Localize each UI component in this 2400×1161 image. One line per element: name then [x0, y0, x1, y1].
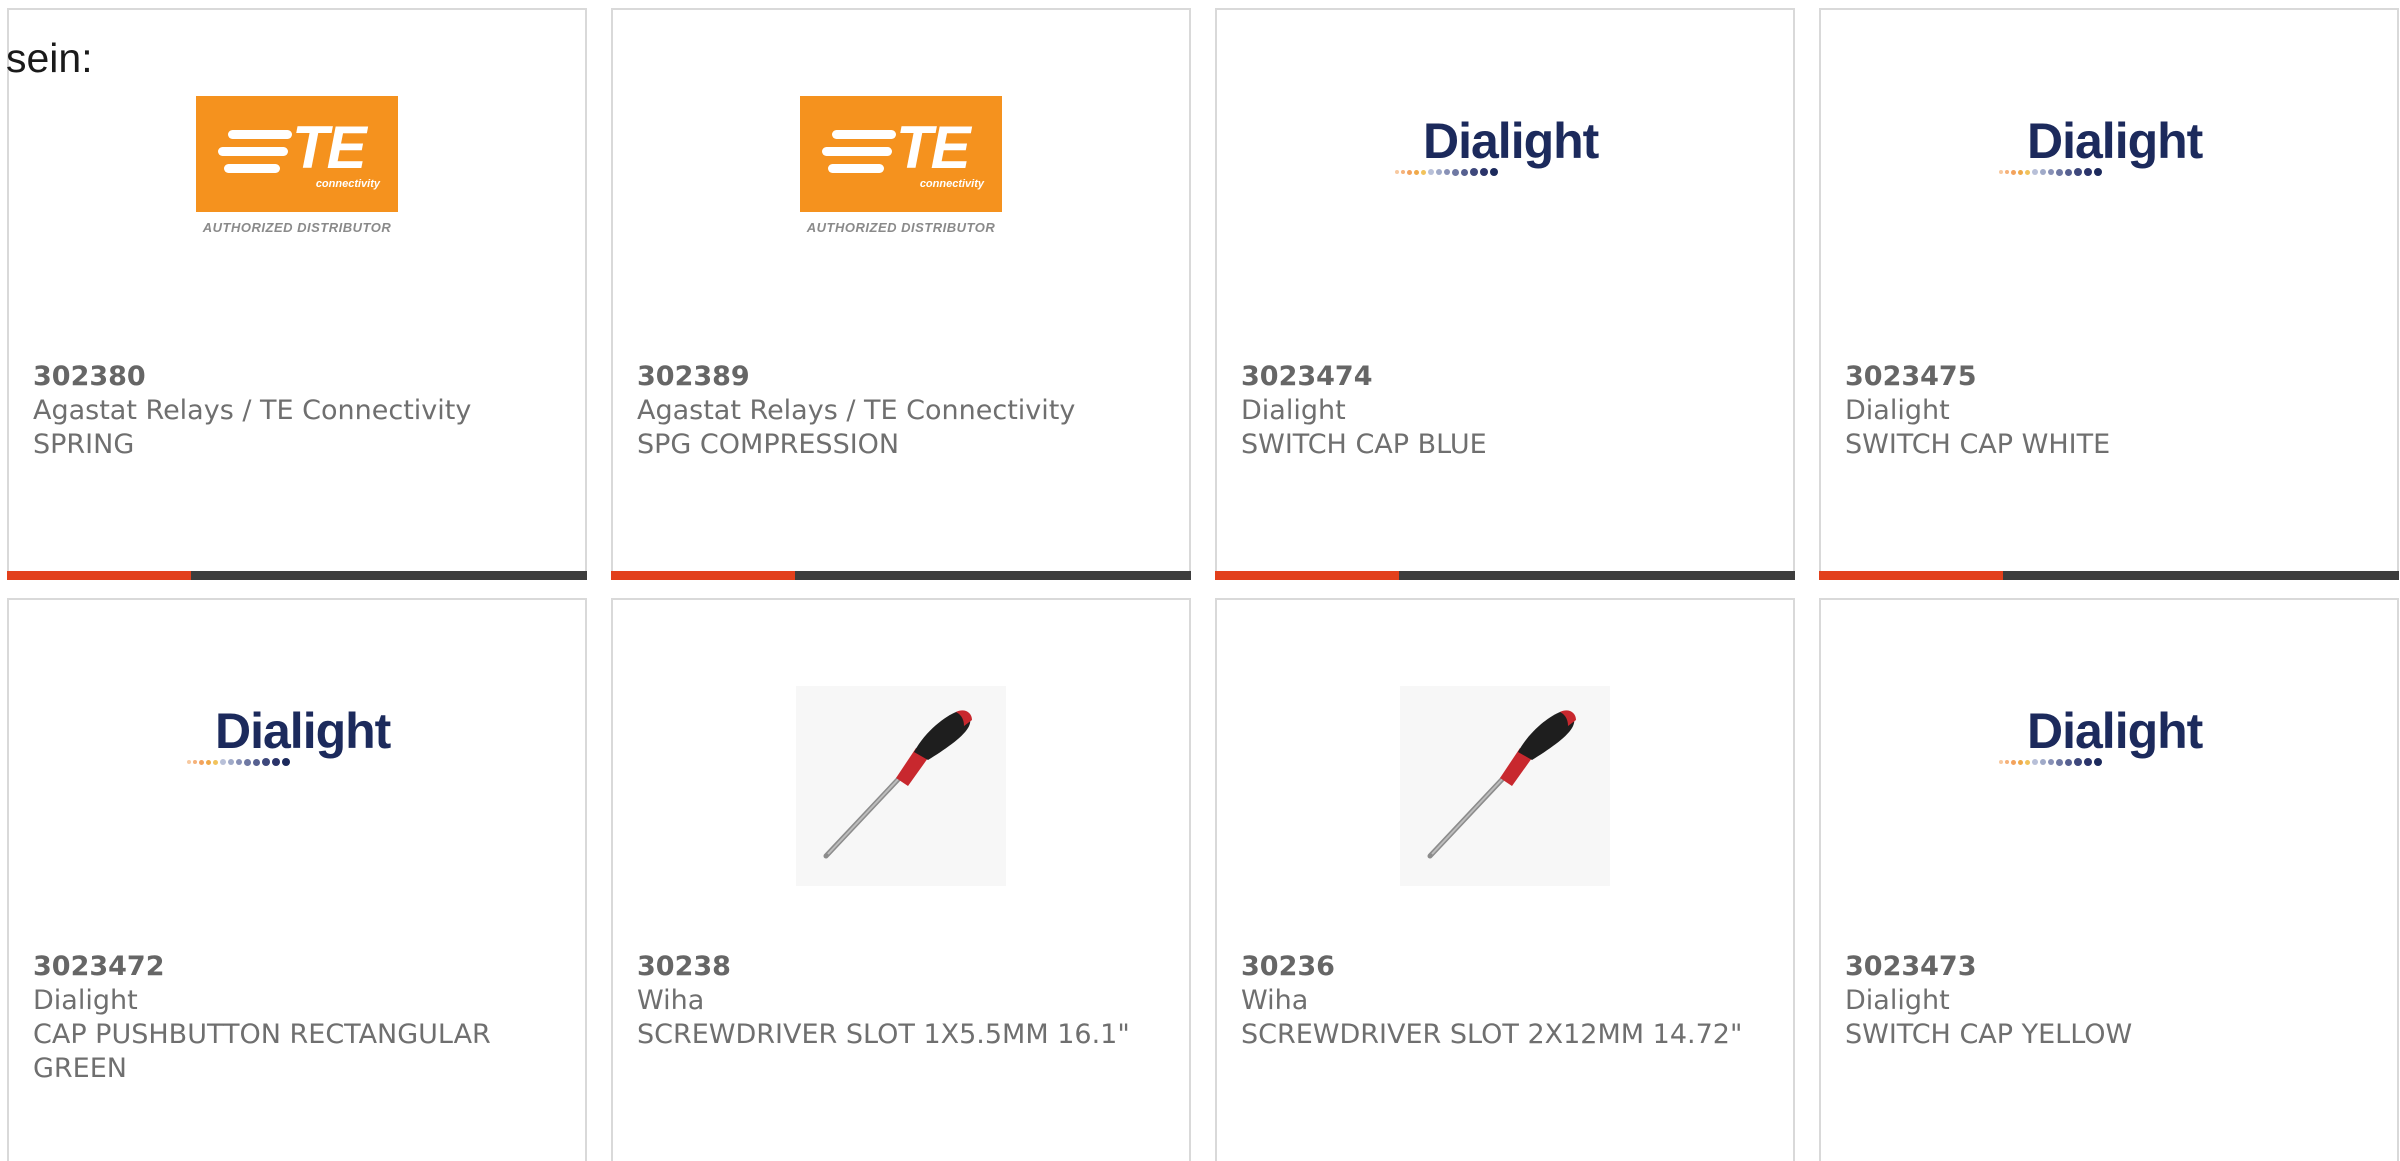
manufacturer: Agastat Relays / TE Connectivity	[637, 395, 1076, 426]
screwdriver-image	[796, 686, 1006, 886]
manufacturer: Wiha	[1241, 985, 1309, 1016]
product-info: 3023475 Dialight SWITCH CAP WHITE	[1845, 360, 2381, 462]
product-info: 3023474 Dialight SWITCH CAP BLUE	[1241, 360, 1777, 462]
product-image	[1217, 686, 1793, 886]
product-card[interactable]: Dialight 3023475 Dialight SWITCH CAP WHI…	[1819, 8, 2399, 580]
dialight-logo: Dialight	[1395, 116, 1615, 186]
product-info: 302389 Agastat Relays / TE Connectivity …	[637, 360, 1173, 462]
product-card[interactable]: Dialight 3023472 Dialight CAP PUSHBUTTON…	[7, 598, 587, 1161]
description: SWITCH CAP YELLOW	[1845, 1019, 2133, 1050]
description: SWITCH CAP WHITE	[1845, 429, 2111, 460]
description: SCREWDRIVER SLOT 1X5.5MM 16.1"	[637, 1019, 1130, 1050]
product-card[interactable]: Dialight 3023474 Dialight SWITCH CAP BLU…	[1215, 8, 1795, 580]
product-grid-page: sein: TE connectivity AUTHORIZED DISTRIB…	[0, 0, 2400, 1161]
product-info: 3023473 Dialight SWITCH CAP YELLOW	[1845, 950, 2381, 1052]
product-info: 30238 Wiha SCREWDRIVER SLOT 1X5.5MM 16.1…	[637, 950, 1173, 1052]
dialight-logo: Dialight	[187, 706, 407, 776]
product-image: Dialight	[9, 686, 585, 886]
product-image: TE connectivity AUTHORIZED DISTRIBUTOR	[9, 96, 585, 296]
product-image: Dialight	[1217, 96, 1793, 296]
product-info: 3023472 Dialight CAP PUSHBUTTON RECTANGU…	[33, 950, 569, 1086]
te-connectivity-logo: TE connectivity AUTHORIZED DISTRIBUTOR	[800, 96, 1002, 235]
product-card[interactable]: 30238 Wiha SCREWDRIVER SLOT 1X5.5MM 16.1…	[611, 598, 1191, 1161]
product-info: 302380 Agastat Relays / TE Connectivity …	[33, 360, 569, 462]
description: SWITCH CAP BLUE	[1241, 429, 1487, 460]
screwdriver-image	[1400, 686, 1610, 886]
part-number[interactable]: 3023475	[1845, 360, 2381, 394]
card-footer-bar	[1819, 571, 2399, 580]
description: SPG COMPRESSION	[637, 429, 900, 460]
card-accent-bar	[1215, 571, 1399, 580]
part-number[interactable]: 3023472	[33, 950, 569, 984]
description: CAP PUSHBUTTON RECTANGULAR GREEN	[33, 1019, 491, 1084]
description: SCREWDRIVER SLOT 2X12MM 14.72"	[1241, 1019, 1743, 1050]
product-card[interactable]: TE connectivity AUTHORIZED DISTRIBUTOR 3…	[611, 8, 1191, 580]
part-number[interactable]: 302380	[33, 360, 569, 394]
card-accent-bar	[1819, 571, 2003, 580]
description: SPRING	[33, 429, 135, 460]
product-info: 30236 Wiha SCREWDRIVER SLOT 2X12MM 14.72…	[1241, 950, 1777, 1052]
manufacturer: Wiha	[637, 985, 705, 1016]
dialight-logo: Dialight	[1999, 706, 2219, 776]
part-number[interactable]: 3023473	[1845, 950, 2381, 984]
product-image: Dialight	[1821, 96, 2397, 296]
manufacturer: Dialight	[1241, 395, 1346, 426]
part-number[interactable]: 30236	[1241, 950, 1777, 984]
manufacturer: Dialight	[33, 985, 138, 1016]
card-footer-bar	[7, 571, 587, 580]
part-number[interactable]: 3023474	[1241, 360, 1777, 394]
card-accent-bar	[7, 571, 191, 580]
product-image	[613, 686, 1189, 886]
product-image: Dialight	[1821, 686, 2397, 886]
dialight-logo: Dialight	[1999, 116, 2219, 186]
part-number[interactable]: 302389	[637, 360, 1173, 394]
card-footer-bar	[1215, 571, 1795, 580]
card-footer-bar	[611, 571, 1191, 580]
manufacturer: Agastat Relays / TE Connectivity	[33, 395, 472, 426]
intro-text: sein:	[6, 35, 93, 81]
manufacturer: Dialight	[1845, 985, 1950, 1016]
product-card[interactable]: 30236 Wiha SCREWDRIVER SLOT 2X12MM 14.72…	[1215, 598, 1795, 1161]
te-connectivity-logo: TE connectivity AUTHORIZED DISTRIBUTOR	[196, 96, 398, 235]
part-number[interactable]: 30238	[637, 950, 1173, 984]
manufacturer: Dialight	[1845, 395, 1950, 426]
product-card[interactable]: Dialight 3023473 Dialight SWITCH CAP YEL…	[1819, 598, 2399, 1161]
product-image: TE connectivity AUTHORIZED DISTRIBUTOR	[613, 96, 1189, 296]
product-card[interactable]: TE connectivity AUTHORIZED DISTRIBUTOR 3…	[7, 8, 587, 580]
card-accent-bar	[611, 571, 795, 580]
